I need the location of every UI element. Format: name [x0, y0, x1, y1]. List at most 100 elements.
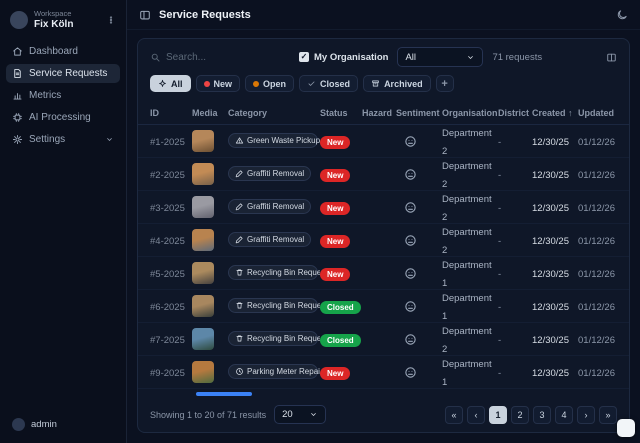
table-row[interactable]: #6-2025Recycling Bin RequestClosedDepart… [138, 290, 629, 323]
workspace-menu-icon[interactable] [106, 15, 116, 25]
row-updated: 01/12/26 [578, 165, 618, 183]
row-district: - [498, 132, 532, 150]
theme-toggle-icon[interactable] [616, 9, 628, 21]
row-updated: 01/12/26 [578, 264, 618, 282]
chevron-down-icon [309, 410, 318, 419]
filter-chip-archived[interactable]: Archived [363, 75, 431, 92]
chevron-down-icon [105, 135, 114, 144]
sentiment-neutral-icon [404, 168, 417, 181]
organisation-filter-value: All [405, 52, 416, 63]
column-header-media[interactable]: Media [192, 108, 228, 118]
organisation-filter-select[interactable]: All [397, 47, 483, 67]
row-id: #6-2025 [150, 297, 192, 315]
category-chip: Green Waste Pickup [228, 133, 318, 148]
table-row[interactable]: #4-2025Graffiti RemovalNewDepartment 2-1… [138, 224, 629, 257]
filter-chip-all[interactable]: All [150, 75, 191, 92]
scrollbar-thumb[interactable] [196, 392, 252, 396]
column-header-organisation[interactable]: Organisation [442, 108, 498, 118]
row-updated: 01/12/26 [578, 330, 618, 348]
add-filter-button[interactable]: + [436, 75, 454, 92]
row-organisation: Department 2 [442, 321, 498, 357]
column-header-sentiment[interactable]: Sentiment [396, 108, 442, 118]
main-area: Service Requests ✓ My Organisation All [127, 0, 640, 443]
row-category: Recycling Bin Request [228, 264, 320, 282]
table-row[interactable]: #2-2025Graffiti RemovalNewDepartment 2-1… [138, 158, 629, 191]
row-status: Closed [320, 330, 362, 348]
row-organisation: Department 2 [442, 156, 498, 192]
table-row[interactable]: #5-2025Recycling Bin RequestNewDepartmen… [138, 257, 629, 290]
row-status: New [320, 363, 362, 381]
table-row[interactable]: #9-2025Parking Meter RepairNewDepartment… [138, 356, 629, 389]
trash-icon [235, 334, 244, 343]
filter-chip-new[interactable]: New [196, 75, 241, 92]
sentiment-neutral-icon [404, 366, 417, 379]
widget-button[interactable] [617, 419, 635, 437]
triangle-alert-icon [235, 136, 244, 145]
page-size-select[interactable]: 20 [274, 405, 326, 424]
content: ✓ My Organisation All 71 requests AllNew… [127, 30, 640, 443]
last-page-button[interactable]: » [599, 406, 617, 424]
media-thumbnail[interactable] [192, 262, 214, 284]
column-header-status[interactable]: Status [320, 108, 362, 118]
sidebar-item-service-requests[interactable]: Service Requests [6, 64, 120, 83]
row-id: #1-2025 [150, 132, 192, 150]
media-thumbnail[interactable] [192, 163, 214, 185]
user-menu[interactable]: admin [6, 414, 120, 435]
sidebar-item-dashboard[interactable]: Dashboard [6, 42, 120, 61]
row-status: New [320, 264, 362, 282]
column-header-created[interactable]: Created ↑ [532, 108, 578, 118]
status-dot-icon [204, 81, 210, 87]
panel-left-icon[interactable] [139, 9, 151, 21]
sentiment-neutral-icon [404, 267, 417, 280]
sidebar-item-ai-processing[interactable]: AI Processing [6, 108, 120, 127]
media-thumbnail[interactable] [192, 229, 214, 251]
column-header-category[interactable]: Category [228, 108, 320, 118]
media-thumbnail[interactable] [192, 130, 214, 152]
chart-icon [12, 90, 23, 101]
sidebar-nav: Dashboard Service Requests Metrics AI Proce… [6, 42, 120, 152]
column-header-id[interactable]: ID [150, 108, 192, 118]
media-thumbnail[interactable] [192, 295, 214, 317]
row-district: - [498, 198, 532, 216]
row-media [192, 328, 228, 350]
next-page-button[interactable]: › [577, 406, 595, 424]
row-created: 12/30/25 [532, 330, 578, 348]
table-row[interactable]: #1-2025Green Waste PickupNewDepartment 2… [138, 125, 629, 158]
media-thumbnail[interactable] [192, 361, 214, 383]
filter-chip-label: + [441, 78, 447, 90]
filter-chip-closed[interactable]: Closed [299, 75, 358, 92]
table-row[interactable]: #3-2025Graffiti RemovalNewDepartment 2-1… [138, 191, 629, 224]
table-body: #1-2025 Green Waste Pickup New Department 2… [138, 125, 629, 389]
my-organisation-checkbox[interactable]: ✓ My Organisation [299, 52, 388, 63]
column-header-hazard[interactable]: Hazard [362, 108, 396, 118]
filter-chip-open[interactable]: Open [245, 75, 294, 92]
page-1-button[interactable]: 1 [489, 406, 507, 424]
category-chip: Recycling Bin Request [228, 265, 318, 280]
row-created: 12/30/25 [532, 264, 578, 282]
sparkle-icon [158, 79, 167, 88]
prev-page-button[interactable]: ‹ [467, 406, 485, 424]
row-media [192, 130, 228, 152]
page-3-button[interactable]: 3 [533, 406, 551, 424]
sentiment-neutral-icon [404, 333, 417, 346]
sentiment-neutral-icon [404, 300, 417, 313]
columns-icon[interactable] [606, 52, 617, 63]
row-id: #4-2025 [150, 231, 192, 249]
workspace-switcher[interactable]: Workspace Fix Köln [6, 8, 120, 42]
media-thumbnail[interactable] [192, 196, 214, 218]
sidebar-item-settings[interactable]: Settings [6, 130, 120, 149]
row-category: Graffiti Removal [228, 231, 320, 249]
spray-icon [235, 169, 244, 178]
page-4-button[interactable]: 4 [555, 406, 573, 424]
table-row[interactable]: #7-2025Recycling Bin RequestClosedDepart… [138, 323, 629, 356]
filter-chips: All New Open Closed Archived + [138, 72, 629, 101]
first-page-button[interactable]: « [445, 406, 463, 424]
search-input[interactable] [166, 52, 271, 63]
column-header-district[interactable]: District [498, 108, 532, 118]
filter-chip-label: New [214, 79, 233, 89]
sidebar-item-metrics[interactable]: Metrics [6, 86, 120, 105]
filter-chip-label: All [171, 79, 183, 89]
media-thumbnail[interactable] [192, 328, 214, 350]
column-header-updated[interactable]: Updated [578, 108, 618, 118]
page-2-button[interactable]: 2 [511, 406, 529, 424]
